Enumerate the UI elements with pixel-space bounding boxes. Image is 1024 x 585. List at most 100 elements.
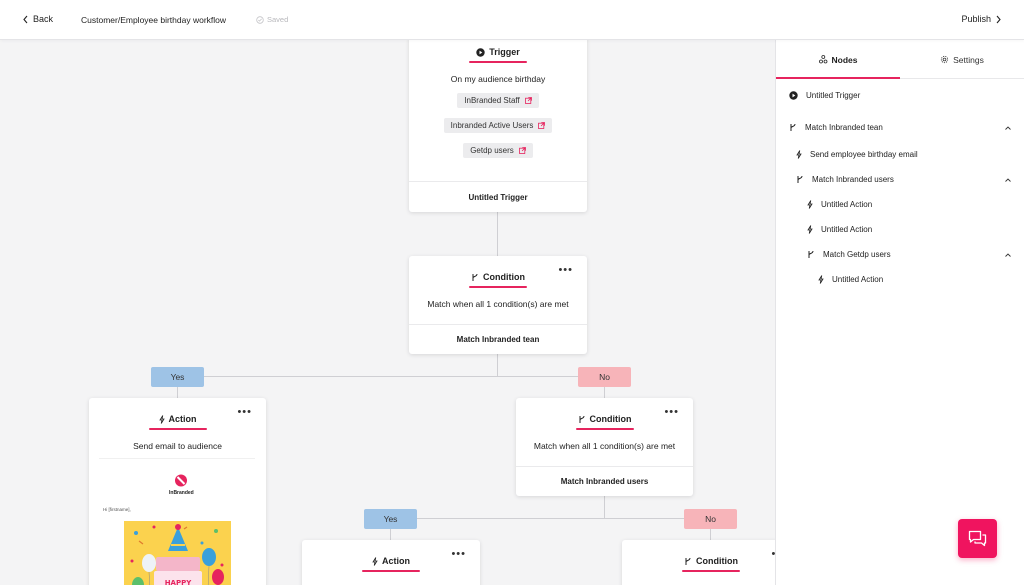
audience-tag[interactable]: InBranded Staff (457, 93, 539, 108)
chevron-right-icon (996, 15, 1001, 23)
tree-item-label: Untitled Action (821, 200, 873, 209)
connector-line (177, 386, 178, 398)
connector-line (390, 518, 711, 519)
connector-line (497, 212, 498, 256)
workflow-title[interactable]: Customer/Employee birthday workflow (81, 15, 226, 25)
node-header: Condition (409, 272, 587, 288)
bolt-icon (796, 150, 802, 159)
external-link-icon[interactable] (538, 122, 546, 129)
nodes-icon (818, 55, 827, 64)
node-footer: Match Inbranded users (516, 466, 693, 496)
node-description: Send email to audience (133, 441, 222, 451)
trigger-node[interactable]: Trigger On my audience birthday InBrande… (409, 40, 587, 212)
birthday-illustration: HAPPY (124, 521, 231, 585)
chevron-up-icon[interactable] (1004, 176, 1012, 184)
chat-button[interactable] (958, 519, 997, 558)
external-link-icon[interactable] (524, 97, 532, 104)
bolt-icon (818, 275, 824, 284)
top-bar: Back Customer/Employee birthday workflow… (0, 0, 1024, 40)
back-button[interactable]: Back (22, 14, 53, 24)
yes-branch-badge[interactable]: Yes (364, 509, 417, 529)
connector-line (604, 386, 605, 398)
node-title: Action (168, 414, 197, 424)
tab-nodes[interactable]: Nodes (776, 40, 900, 79)
action-node[interactable]: ••• Action (302, 540, 480, 585)
tree-item-label: Untitled Action (821, 225, 873, 234)
publish-button[interactable]: Publish (961, 14, 1002, 24)
saved-status: Saved (256, 15, 288, 24)
node-title: Action (382, 556, 410, 566)
node-footer: Untitled Trigger (409, 181, 587, 212)
branch-icon (579, 415, 584, 423)
connector-line (497, 354, 498, 376)
node-title: Condition (696, 556, 738, 566)
no-branch-badge[interactable]: No (684, 509, 737, 529)
tree-item-label: Untitled Action (832, 275, 884, 284)
action-node[interactable]: ••• Action Send email to audience InBran… (89, 398, 266, 585)
tree-item-condition[interactable]: Match Getdp users (807, 250, 891, 259)
nodes-panel: Nodes Settings Untitled Trigger Match In… (775, 40, 1024, 585)
branch-icon (797, 175, 803, 183)
tree-item-label: Match Inbranded users (812, 175, 894, 184)
node-description: Match when all 1 condition(s) are met (533, 441, 676, 451)
saved-label: Saved (267, 15, 289, 24)
tree-item-label: Send employee birthday email (810, 150, 918, 159)
back-label: Back (33, 14, 54, 24)
tree-item-trigger[interactable]: Untitled Trigger (789, 91, 860, 100)
condition-node[interactable]: ••• Condition Match when all 1 condition… (516, 398, 693, 496)
condition-node[interactable]: ••• Condition (622, 540, 775, 585)
audience-tag[interactable]: Inbranded Active Users (443, 118, 553, 133)
bolt-icon (807, 225, 813, 234)
brand-name: InBranded (169, 490, 194, 496)
brand-logo-icon (175, 474, 188, 487)
publish-label: Publish (961, 14, 991, 24)
tree-item-action[interactable]: Send employee birthday email (796, 150, 918, 159)
node-underline (148, 428, 207, 430)
active-tab-indicator (776, 77, 900, 79)
brand-logo: InBranded (169, 474, 194, 496)
tree-item-action[interactable]: Untitled Action (807, 200, 872, 209)
tree-item-label: Match Inbranded tean (805, 123, 883, 132)
node-description: On my audience birthday (450, 74, 546, 84)
tree-item-label: Match Getdp users (823, 250, 891, 259)
tab-settings[interactable]: Settings (900, 40, 1024, 79)
play-icon (476, 47, 485, 57)
tag-label: Inbranded Active Users (450, 121, 534, 130)
connector-line (390, 528, 391, 540)
tree-item-action[interactable]: Untitled Action (818, 275, 883, 284)
node-title: Condition (483, 272, 525, 282)
tree-item-action[interactable]: Untitled Action (807, 225, 872, 234)
tree-item-condition[interactable]: Match Inbranded tean (789, 123, 883, 132)
node-header: Action (89, 414, 266, 430)
tag-label: Getdp users (470, 146, 514, 155)
connector-line (177, 376, 605, 377)
yes-branch-badge[interactable]: Yes (151, 367, 204, 387)
branch-icon (790, 123, 796, 131)
email-greeting: Hi [firstname], (103, 507, 131, 512)
gear-icon (941, 55, 949, 64)
tab-label: Settings (953, 54, 984, 65)
node-title: Trigger (489, 47, 520, 57)
svg-text:HAPPY: HAPPY (165, 579, 193, 585)
bolt-icon (807, 200, 813, 209)
branch-icon (685, 557, 691, 565)
no-branch-badge[interactable]: No (578, 367, 631, 387)
audience-tag[interactable]: Getdp users (463, 143, 533, 158)
node-footer: Match Inbranded tean (409, 324, 587, 354)
node-underline (362, 570, 420, 572)
bolt-icon (158, 414, 165, 424)
birthday-cake-image: HAPPY (124, 521, 231, 585)
condition-node[interactable]: ••• Condition Match when all 1 condition… (409, 256, 587, 354)
connector-line (710, 528, 711, 540)
chevron-up-icon[interactable] (1004, 124, 1012, 132)
check-circle-icon (256, 15, 264, 24)
node-header: Action (302, 556, 480, 572)
workflow-canvas[interactable]: Trigger On my audience birthday InBrande… (0, 40, 775, 585)
external-link-icon[interactable] (518, 147, 526, 154)
chevron-up-icon[interactable] (1004, 251, 1012, 259)
node-title: Condition (589, 414, 632, 424)
tag-label: InBranded Staff (464, 96, 520, 105)
branch-icon (472, 273, 478, 281)
tree-item-condition[interactable]: Match Inbranded users (796, 175, 894, 184)
node-description: Match when all 1 condition(s) are met (427, 299, 569, 309)
